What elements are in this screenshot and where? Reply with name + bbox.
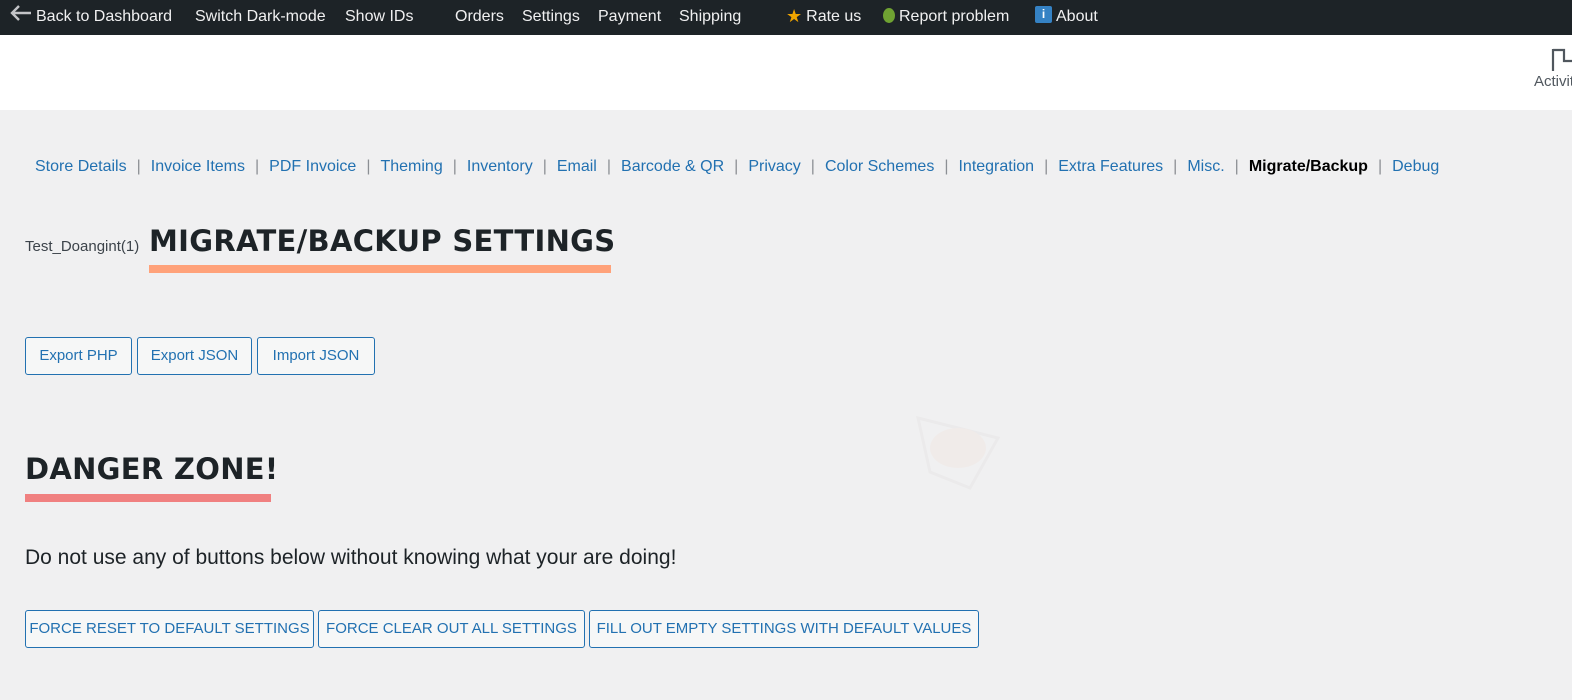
title-underline — [149, 265, 611, 273]
bug-icon — [883, 8, 895, 24]
tab-separator: | — [542, 158, 547, 175]
orders-link[interactable]: Orders — [455, 0, 504, 35]
tab-color-schemes[interactable]: Color Schemes — [825, 158, 934, 175]
shipping-link[interactable]: Shipping — [679, 0, 741, 35]
danger-zone-title: DANGER ZONE! — [25, 452, 279, 486]
tab-separator: | — [734, 158, 739, 175]
danger-zone-underline — [25, 494, 271, 502]
back-to-dashboard-link[interactable]: Back to Dashboard — [10, 0, 172, 35]
settings-tab-nav: Store Details | Invoice Items | PDF Invoice |… — [35, 158, 1439, 182]
tab-separator: | — [810, 158, 815, 175]
settings-link[interactable]: Settings — [522, 0, 580, 35]
flag-icon — [1550, 45, 1572, 73]
danger-warning-text: Do not use any of buttons below without … — [25, 546, 677, 569]
tab-separator: | — [1173, 158, 1178, 175]
fill-empty-settings-button[interactable]: FILL OUT EMPTY SETTINGS WITH DEFAULT VAL… — [589, 610, 979, 648]
about-link[interactable]: i About — [1035, 0, 1098, 35]
star-icon: ★ — [786, 6, 803, 27]
tab-migrate-backup[interactable]: Migrate/Backup — [1249, 158, 1368, 175]
tab-theming[interactable]: Theming — [380, 158, 442, 175]
tab-separator: | — [606, 158, 612, 175]
tab-barcode-qr[interactable]: Barcode & QR — [621, 158, 724, 175]
watermark-logo-icon — [910, 410, 1005, 495]
shop-name: Test_Doangint(1) — [25, 238, 140, 255]
arrow-left-icon — [10, 0, 32, 33]
export-php-button[interactable]: Export PHP — [25, 337, 132, 375]
tab-email[interactable]: Email — [557, 158, 597, 175]
activity-label: Activity — [1534, 73, 1572, 90]
tab-separator: | — [452, 158, 457, 175]
tab-misc[interactable]: Misc. — [1187, 158, 1224, 175]
tab-invoice-items[interactable]: Invoice Items — [151, 158, 245, 175]
tab-store-details[interactable]: Store Details — [35, 158, 127, 175]
tab-privacy[interactable]: Privacy — [748, 158, 800, 175]
force-clear-button[interactable]: FORCE CLEAR OUT ALL SETTINGS — [318, 610, 585, 648]
tab-separator: | — [1044, 158, 1049, 175]
info-icon: i — [1035, 6, 1052, 24]
activity-panel-button[interactable]: Activity — [1534, 45, 1572, 90]
payment-link[interactable]: Payment — [598, 0, 661, 35]
admin-top-bar: Back to Dashboard Switch Dark-mode Show … — [0, 0, 1572, 35]
tab-separator: | — [136, 158, 141, 175]
tab-separator: | — [944, 158, 949, 175]
tab-separator: | — [1234, 158, 1239, 175]
import-json-button[interactable]: Import JSON — [257, 337, 375, 375]
tab-pdf-invoice[interactable]: PDF Invoice — [269, 158, 356, 175]
tab-inventory[interactable]: Inventory — [467, 158, 533, 175]
export-json-button[interactable]: Export JSON — [137, 337, 252, 375]
page-header-strip: Activity — [0, 35, 1572, 110]
switch-dark-mode-link[interactable]: Switch Dark-mode — [195, 0, 326, 35]
tab-separator: | — [255, 158, 260, 175]
tab-separator: | — [1377, 158, 1383, 175]
tab-debug[interactable]: Debug — [1392, 158, 1439, 175]
force-reset-button[interactable]: FORCE RESET TO DEFAULT SETTINGS — [25, 610, 314, 648]
tab-extra-features[interactable]: Extra Features — [1058, 158, 1163, 175]
tab-integration[interactable]: Integration — [958, 158, 1034, 175]
rate-us-link[interactable]: ★ Rate us — [786, 0, 861, 35]
report-problem-link[interactable]: Report problem — [883, 0, 1009, 35]
tab-separator: | — [366, 158, 371, 175]
show-ids-link[interactable]: Show IDs — [345, 0, 413, 35]
page-title: MIGRATE/BACKUP SETTINGS — [149, 224, 616, 258]
